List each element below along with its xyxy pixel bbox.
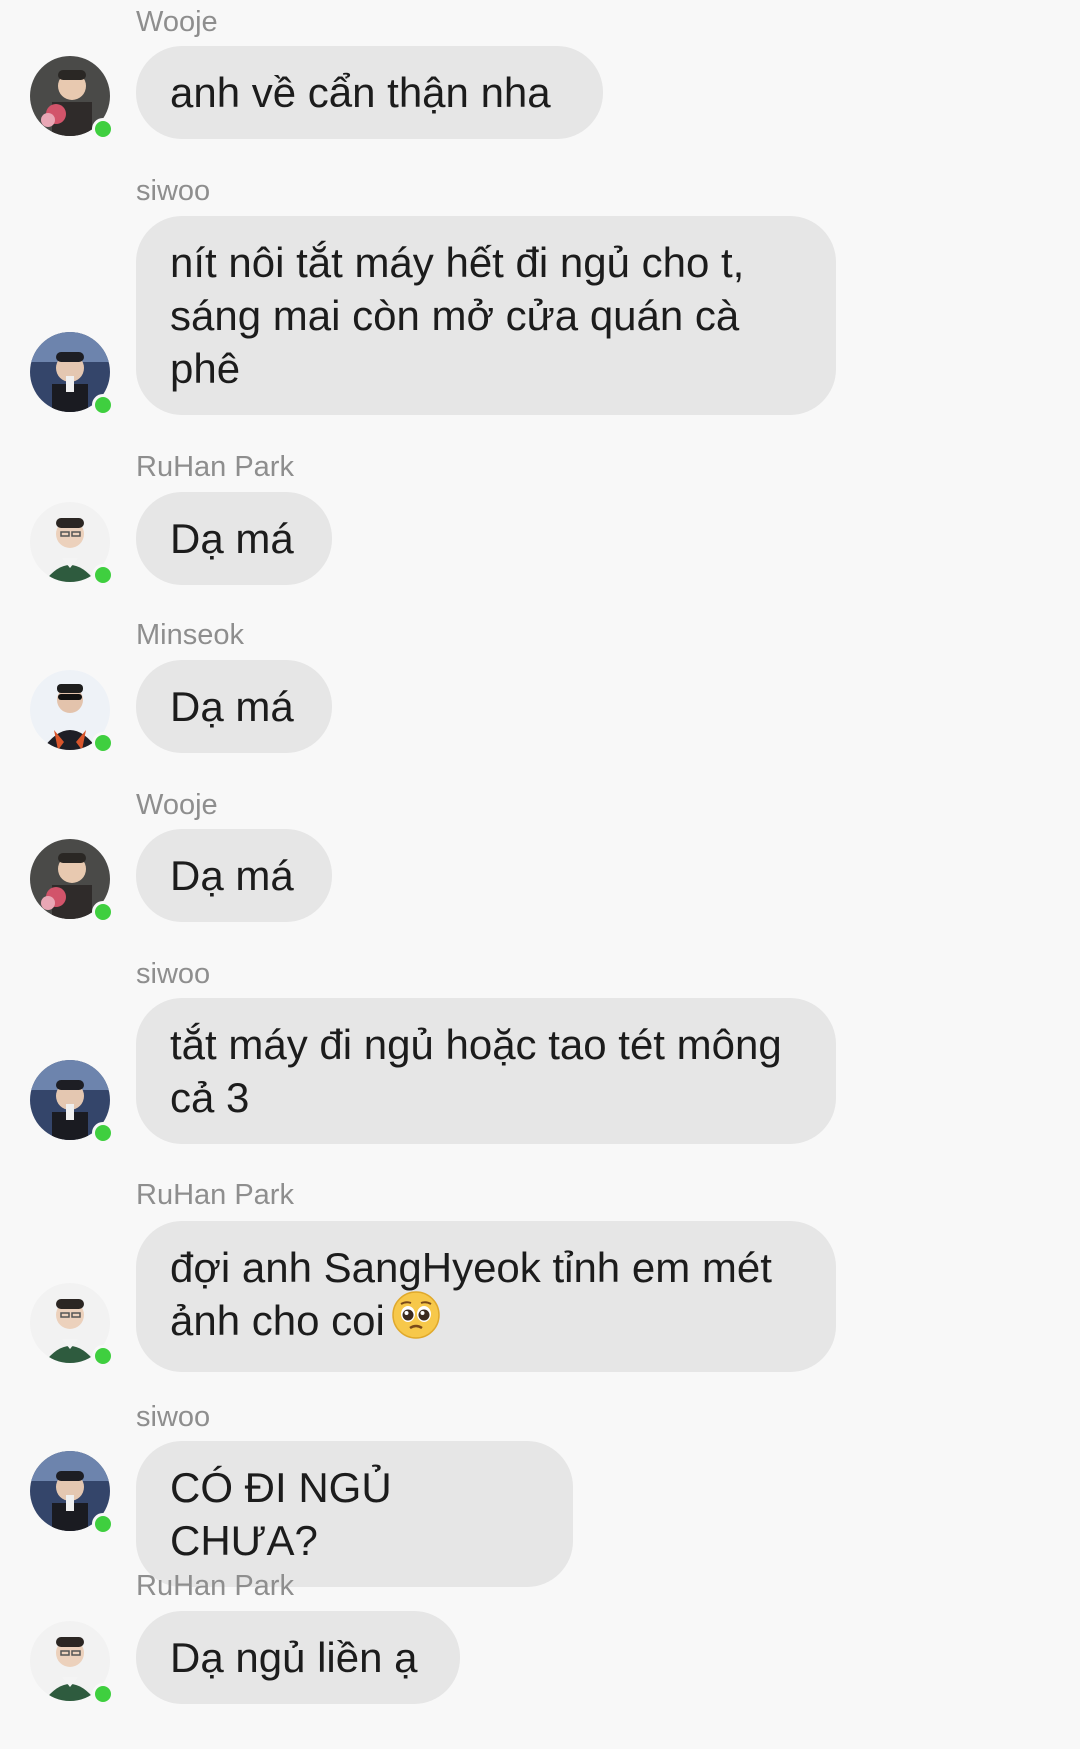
avatar[interactable] [30, 332, 114, 416]
online-status-icon [92, 564, 114, 586]
message-bubble[interactable]: Dạ má [136, 829, 332, 922]
sender-name: siwoo [136, 175, 211, 207]
avatar[interactable] [30, 839, 114, 923]
message-text: đợi anh SangHyeok tỉnh em mét ảnh cho co… [170, 1244, 772, 1344]
online-status-icon [92, 394, 114, 416]
avatar[interactable] [30, 1283, 114, 1367]
message-bubble[interactable]: nít nôi tắt máy hết đi ngủ cho t, sáng m… [136, 216, 836, 415]
chat-thread: Wooje anh về cẩn thận nha siwoo nít nôi … [0, 0, 1080, 1749]
avatar[interactable] [30, 1621, 114, 1705]
sender-name: RuHan Park [136, 451, 294, 483]
sender-name: siwoo [136, 958, 211, 990]
sender-name: siwoo [136, 1401, 211, 1433]
message-bubble[interactable]: anh về cẩn thận nha [136, 46, 603, 139]
avatar[interactable] [30, 1060, 114, 1144]
online-status-icon [92, 1513, 114, 1535]
avatar[interactable] [30, 56, 114, 140]
avatar[interactable] [30, 502, 114, 586]
avatar[interactable] [30, 670, 114, 754]
sender-name: Wooje [136, 6, 218, 38]
online-status-icon [92, 1345, 114, 1367]
message-bubble[interactable]: tắt máy đi ngủ hoặc tao tét mông cả 3 [136, 998, 836, 1144]
message-bubble[interactable]: Dạ ngủ liền ạ [136, 1611, 460, 1704]
avatar[interactable] [30, 1451, 114, 1535]
message-bubble[interactable]: Dạ má [136, 492, 332, 585]
sender-name: RuHan Park [136, 1570, 294, 1602]
sender-name: Minseok [136, 619, 244, 651]
sender-name: RuHan Park [136, 1179, 294, 1211]
message-bubble[interactable]: đợi anh SangHyeok tỉnh em mét ảnh cho co… [136, 1221, 836, 1372]
online-status-icon [92, 1122, 114, 1144]
pleading-face-emoji-icon [391, 1290, 441, 1352]
message-bubble[interactable]: Dạ má [136, 660, 332, 753]
online-status-icon [92, 901, 114, 923]
online-status-icon [92, 1683, 114, 1705]
online-status-icon [92, 732, 114, 754]
online-status-icon [92, 118, 114, 140]
message-bubble[interactable]: CÓ ĐI NGỦ CHƯA? [136, 1441, 573, 1587]
sender-name: Wooje [136, 789, 218, 821]
